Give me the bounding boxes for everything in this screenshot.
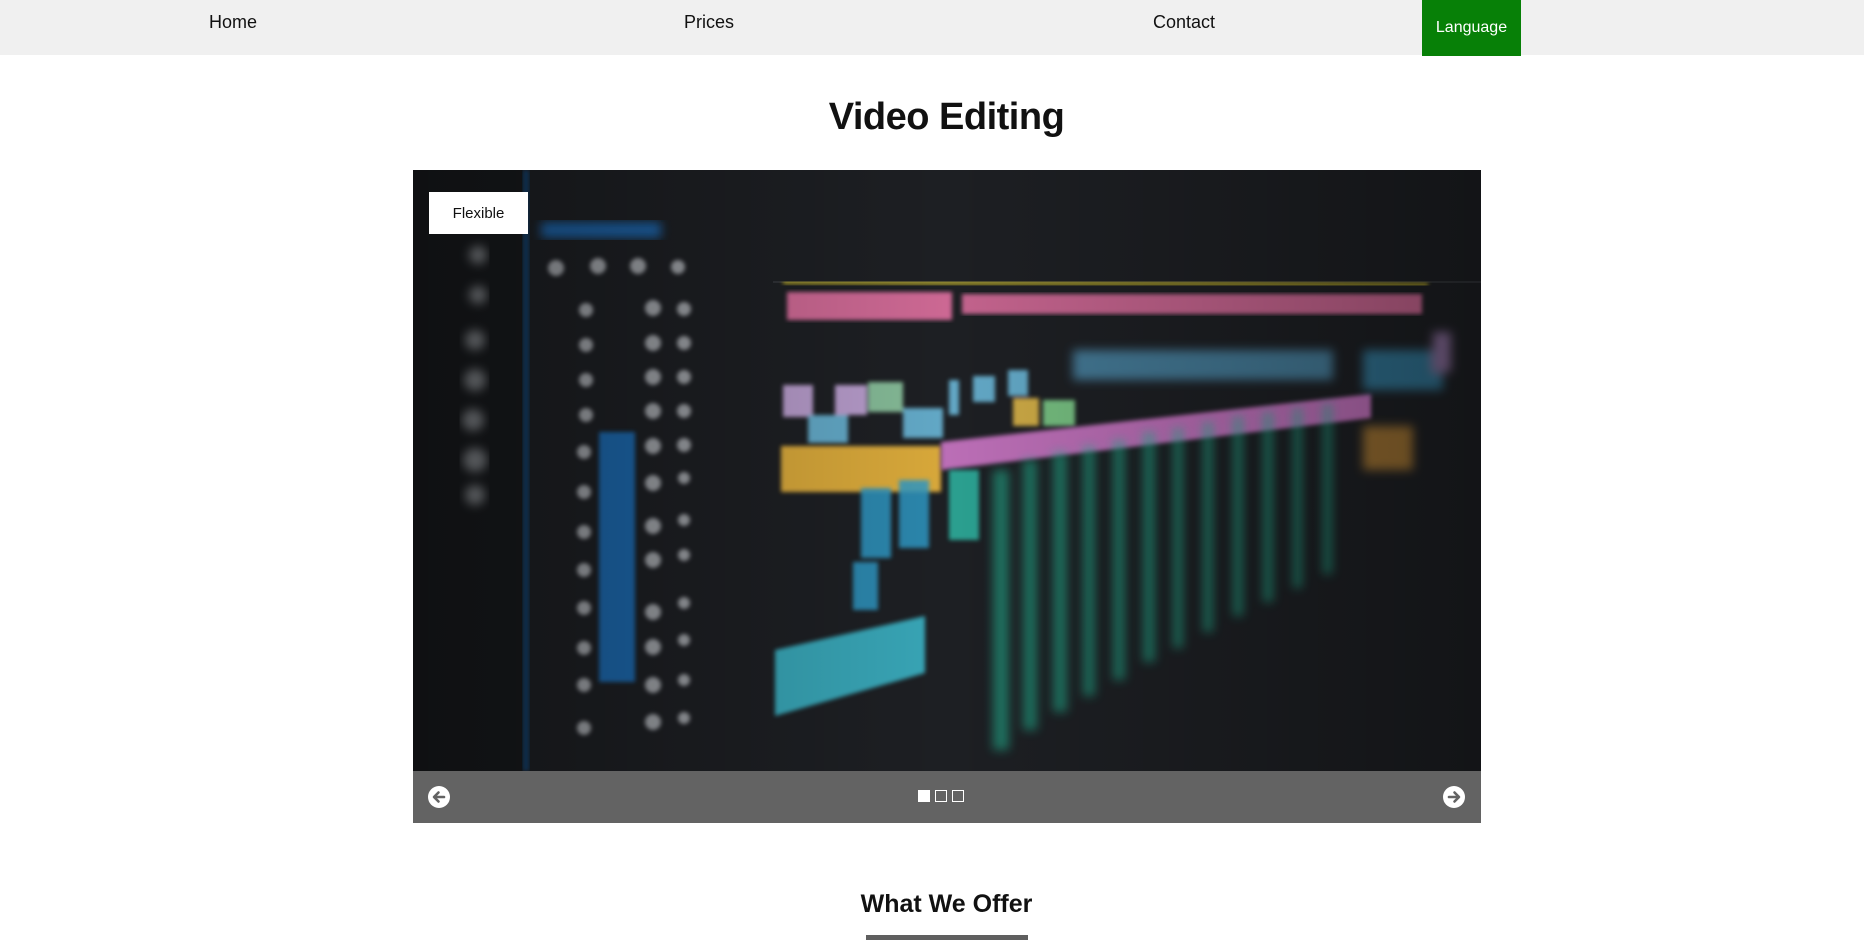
- slide-dot-3[interactable]: [952, 790, 964, 802]
- language-button[interactable]: Language: [1422, 0, 1521, 56]
- section-title: What We Offer: [860, 890, 1033, 918]
- slide-dot-1[interactable]: [918, 790, 930, 802]
- section-title-underline: [866, 935, 1028, 940]
- slide-dot-2[interactable]: [935, 790, 947, 802]
- slide-indicators: [918, 790, 964, 802]
- nav-prices-link[interactable]: Prices: [684, 11, 734, 33]
- page-title: Video Editing: [828, 96, 1065, 138]
- video-timeline-illustration: [413, 170, 1481, 771]
- arrow-left-circle-icon[interactable]: [428, 786, 450, 808]
- nav-contact-link[interactable]: Contact: [1153, 11, 1215, 33]
- image-slider: Flexible: [413, 170, 1481, 823]
- slide-caption-badge: Flexible: [429, 192, 528, 234]
- slide-image: Flexible: [413, 170, 1481, 771]
- arrow-right-circle-icon[interactable]: [1443, 786, 1465, 808]
- slider-controls: [413, 771, 1481, 823]
- top-nav: Home Prices Contact Language: [0, 0, 1864, 56]
- nav-home-link[interactable]: Home: [209, 11, 257, 33]
